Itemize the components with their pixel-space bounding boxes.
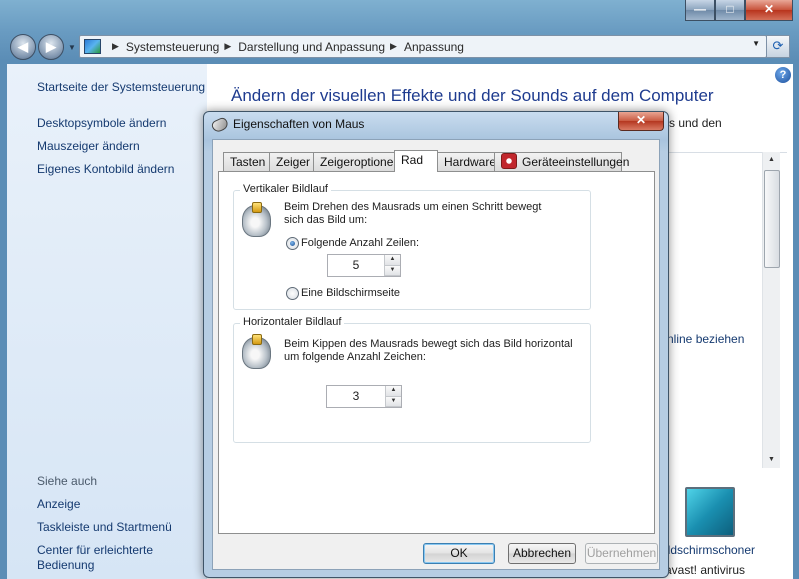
address-dropdown-icon[interactable]: ▼ <box>752 39 760 48</box>
mouse-wheel-icon <box>242 334 271 369</box>
mouse-properties-dialog: Eigenschaften von Maus ✕ Tasten Zeiger Z… <box>203 111 669 578</box>
ok-button[interactable]: OK <box>423 543 495 564</box>
minimize-button[interactable]: — <box>685 0 715 21</box>
stepper-up-icon[interactable]: ▲ <box>386 386 401 397</box>
recent-pages-dropdown[interactable]: ▼ <box>68 43 76 52</box>
navigation-buttons: ◀ ▶ ▼ <box>10 34 76 60</box>
sidebar-link-ease-of-access-line2[interactable]: Bedienung <box>37 558 94 572</box>
screensaver-value: avast! antivirus <box>665 563 746 577</box>
stepper-down-icon[interactable]: ▼ <box>385 265 400 276</box>
stepper-down-icon[interactable]: ▼ <box>386 396 401 407</box>
control-panel-icon <box>84 39 101 54</box>
breadcrumb-darstellung[interactable]: Darstellung und Anpassung <box>238 40 385 54</box>
tab-zeigeroptionen[interactable]: Zeigeroptionen <box>313 152 400 171</box>
sidebar-link-desktop-icons[interactable]: Desktopsymbole ändern <box>37 116 166 130</box>
sidebar-link-taskbar[interactable]: Taskleiste und Startmenü <box>37 520 172 534</box>
tab-tasten[interactable]: Tasten <box>223 152 270 171</box>
tab-rad[interactable]: Rad <box>394 150 438 172</box>
scroll-down-icon[interactable]: ▼ <box>763 452 780 468</box>
lines-radio[interactable] <box>286 237 299 250</box>
lines-radio-label[interactable]: Folgende Anzahl Zeilen: <box>301 237 419 249</box>
get-themes-online-link[interactable]: nline beziehen <box>667 332 744 346</box>
sidebar-link-account-picture[interactable]: Eigenes Kontobild ändern <box>37 162 174 176</box>
vertical-scroll-group: Vertikaler Bildlauf Beim Drehen des Maus… <box>233 183 591 310</box>
vertical-description: Beim Drehen des Mausrads um einen Schrit… <box>284 201 542 226</box>
page-radio[interactable] <box>286 287 299 300</box>
help-icon[interactable]: ? <box>775 67 791 83</box>
sidebar-link-ease-of-access[interactable]: Center für erleichterte <box>37 543 153 557</box>
screensaver-icon[interactable] <box>685 487 735 537</box>
page-radio-label[interactable]: Eine Bildschirmseite <box>301 287 400 299</box>
synaptics-icon <box>501 153 517 169</box>
see-also-heading: Siehe auch <box>37 474 98 488</box>
cancel-button[interactable]: Abbrechen <box>508 543 576 564</box>
address-bar[interactable]: ▶ Systemsteuerung ▶ Darstellung und Anpa… <box>79 35 767 58</box>
back-button[interactable]: ◀ <box>10 34 36 60</box>
chevron-right-icon[interactable]: ▶ <box>224 41 231 52</box>
dialog-body: Tasten Zeiger Zeigeroptionen Rad Hardwar… <box>212 139 660 570</box>
scroll-thumb[interactable] <box>764 170 780 268</box>
mouse-wheel-icon <box>242 202 271 237</box>
theme-list-scrollbar[interactable]: ▲ ▼ <box>762 152 780 468</box>
sidebar: Startseite der Systemsteuerung Desktopsy… <box>7 64 207 579</box>
vertical-scroll-label: Vertikaler Bildlauf <box>240 183 331 195</box>
mouse-icon <box>210 116 230 134</box>
description-text: s und den <box>669 116 722 130</box>
dialog-title: Eigenschaften von Maus <box>233 117 365 131</box>
lines-value[interactable]: 5 <box>328 255 384 276</box>
caption-buttons: — □ ✕ <box>685 0 793 21</box>
maximize-button[interactable]: □ <box>715 0 745 21</box>
lines-stepper[interactable]: 5 ▲ ▼ <box>327 254 401 277</box>
chars-value[interactable]: 3 <box>327 386 385 407</box>
chevron-right-icon[interactable]: ▶ <box>112 41 119 52</box>
lines-stepper-buttons: ▲ ▼ <box>384 255 400 276</box>
chevron-right-icon[interactable]: ▶ <box>390 41 397 52</box>
tab-geraeteeinstellungen-label: Geräteeinstellungen <box>522 155 630 169</box>
scroll-up-icon[interactable]: ▲ <box>763 152 780 168</box>
stepper-up-icon[interactable]: ▲ <box>385 255 400 266</box>
dialog-close-button[interactable]: ✕ <box>618 112 664 131</box>
screensaver-link[interactable]: ildschirmschoner <box>665 543 755 557</box>
horizontal-scroll-label: Horizontaler Bildlauf <box>240 316 345 328</box>
page-title: Ändern der visuellen Effekte und der Sou… <box>231 86 714 105</box>
wheel-tab-panel: Vertikaler Bildlauf Beim Drehen des Maus… <box>218 171 655 534</box>
sidebar-link-mouse-pointers[interactable]: Mauszeiger ändern <box>37 139 140 153</box>
sidebar-link-display[interactable]: Anzeige <box>37 497 80 511</box>
sidebar-link-home[interactable]: Startseite der Systemsteuerung <box>37 80 205 94</box>
breadcrumb-anpassung[interactable]: Anpassung <box>404 40 464 54</box>
horizontal-description: Beim Kippen des Mausrads bewegt sich das… <box>284 338 573 363</box>
horizontal-scroll-group: Horizontaler Bildlauf Beim Kippen des Ma… <box>233 316 591 443</box>
breadcrumb-systemsteuerung[interactable]: Systemsteuerung <box>126 40 219 54</box>
chars-stepper[interactable]: 3 ▲ ▼ <box>326 385 402 408</box>
close-button[interactable]: ✕ <box>745 0 793 21</box>
forward-button[interactable]: ▶ <box>38 34 64 60</box>
tab-geraeteeinstellungen[interactable]: Geräteeinstellungen <box>494 152 629 171</box>
apply-button[interactable]: Übernehmen <box>585 543 658 564</box>
tab-hardware[interactable]: Hardware <box>437 152 496 171</box>
tab-zeiger[interactable]: Zeiger <box>269 152 314 171</box>
refresh-button[interactable]: ⟳ <box>766 35 790 58</box>
chars-stepper-buttons: ▲ ▼ <box>385 386 401 407</box>
